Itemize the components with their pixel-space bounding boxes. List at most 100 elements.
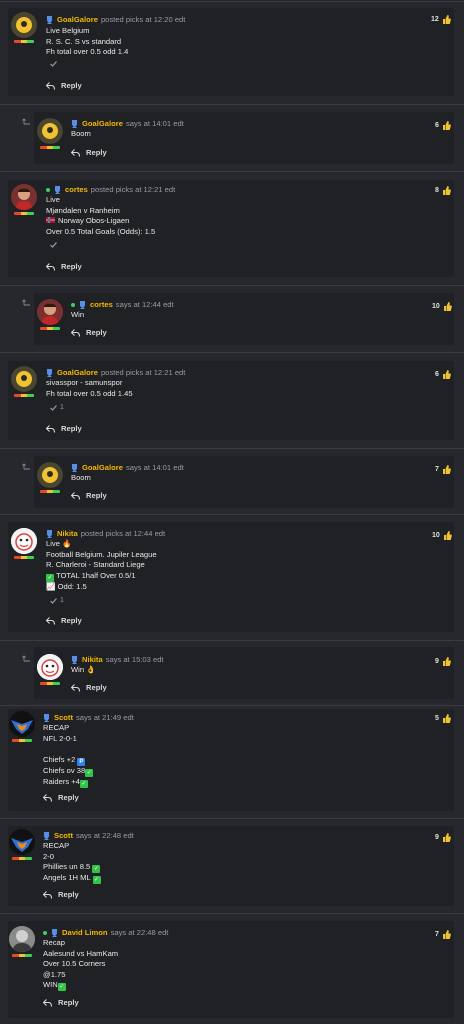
- cup-icon: [47, 368, 52, 377]
- like-count[interactable]: 8: [435, 186, 451, 195]
- avatar[interactable]: [37, 462, 63, 488]
- reply-button[interactable]: Reply: [46, 81, 82, 90]
- level-bar: [14, 394, 34, 397]
- like-count[interactable]: 10: [432, 531, 452, 540]
- reply-label: Reply: [58, 793, 79, 802]
- thumbs-up-icon: [442, 370, 451, 379]
- reply-button[interactable]: Reply: [71, 491, 107, 500]
- avatar[interactable]: [37, 299, 63, 325]
- post-meta: posted picks at 12:21 edt: [90, 185, 176, 194]
- username[interactable]: Scott: [54, 831, 73, 840]
- username[interactable]: Nikita: [57, 529, 78, 538]
- check-emoji-icon: ✓: [46, 573, 54, 582]
- reply-button[interactable]: Reply: [43, 998, 79, 1007]
- username[interactable]: David Limon: [62, 928, 108, 937]
- cartoon-avatar-icon: [11, 528, 37, 554]
- like-count[interactable]: 7: [435, 465, 451, 474]
- player-avatar-icon: [11, 184, 37, 210]
- online-indicator: [71, 302, 75, 307]
- post-line: Live Belgium: [46, 26, 90, 35]
- online-indicator: [43, 930, 47, 935]
- like-count[interactable]: 12: [431, 15, 451, 24]
- reply-icon: [43, 890, 52, 899]
- reply-button[interactable]: Reply: [43, 793, 79, 802]
- like-count[interactable]: 6: [435, 370, 451, 379]
- like-count[interactable]: 6: [435, 121, 451, 130]
- cup-icon: [52, 928, 57, 937]
- check-emoji-icon: ✓: [92, 876, 101, 885]
- post-line: @1.75: [43, 969, 66, 979]
- level-bar: [40, 490, 60, 493]
- reply-button[interactable]: Reply: [46, 424, 82, 433]
- username[interactable]: Nikita: [82, 655, 103, 664]
- trophy-avatar-icon: [37, 462, 63, 488]
- post-line: R. S. C. S vs standard: [46, 36, 122, 46]
- check-emoji-icon: ✓: [85, 768, 94, 777]
- thumbs-up-icon: [443, 531, 452, 540]
- reply-icon: [43, 793, 52, 802]
- post-line: Win: [71, 310, 85, 319]
- reply-button[interactable]: Reply: [71, 683, 107, 692]
- post-line: WIN: [43, 980, 58, 990]
- reply-button[interactable]: Reply: [71, 148, 107, 157]
- post-line: Mjøndalen v Ranheim: [46, 205, 120, 215]
- like-count[interactable]: 9: [435, 657, 451, 666]
- username[interactable]: GoalGalore: [57, 368, 98, 377]
- avatar[interactable]: [11, 12, 37, 38]
- like-count[interactable]: 7: [435, 930, 451, 939]
- post-line: Norway Obos-Ligaen: [58, 216, 130, 226]
- avatar[interactable]: [9, 711, 35, 737]
- cup-icon: [72, 463, 77, 472]
- thread-arrow-icon: [22, 655, 30, 662]
- reply-icon: [71, 683, 80, 692]
- checkmark-icon: [50, 404, 57, 411]
- post-line: Chiefs +2: [43, 754, 76, 764]
- checkmark-icon: [50, 61, 57, 67]
- avatar[interactable]: [37, 654, 63, 680]
- verify-check[interactable]: 1: [50, 404, 64, 411]
- avatar[interactable]: [37, 118, 63, 144]
- like-count[interactable]: 5: [435, 714, 451, 723]
- reply-button[interactable]: Reply: [46, 262, 82, 271]
- reply-icon: [46, 81, 55, 90]
- thumbs-up-icon: [443, 302, 452, 311]
- reply-button[interactable]: Reply: [71, 328, 107, 337]
- username[interactable]: GoalGalore: [82, 119, 123, 128]
- post-line: [43, 744, 93, 755]
- post-line: Recap: [43, 938, 65, 947]
- username[interactable]: Scott: [54, 713, 73, 722]
- post-line: Live: [46, 195, 60, 204]
- thumbs-up-icon: [442, 465, 451, 474]
- level-bar: [14, 212, 34, 215]
- avatar[interactable]: [9, 829, 35, 855]
- cup-icon: [47, 15, 52, 24]
- thumbs-up-icon: [442, 930, 451, 939]
- username[interactable]: GoalGalore: [57, 15, 98, 24]
- eagle-avatar-icon: [9, 711, 35, 737]
- avatar[interactable]: [11, 528, 37, 554]
- verify-check[interactable]: [50, 242, 60, 248]
- post-meta: says at 22:48 edt: [110, 928, 169, 937]
- avatar[interactable]: [11, 184, 37, 210]
- reply-label: Reply: [86, 491, 107, 500]
- avatar[interactable]: [9, 926, 35, 952]
- verify-check[interactable]: [50, 61, 60, 67]
- reply-button[interactable]: Reply: [43, 890, 79, 899]
- post-line: Over 0.5 Total Goals (Odds): 1.5: [46, 226, 156, 236]
- like-count[interactable]: 10: [432, 302, 452, 311]
- post-line: Fh total over 0.5 odd 1.45: [46, 388, 133, 398]
- post-meta: posted picks at 12:44 edt: [80, 529, 166, 538]
- reply-label: Reply: [58, 890, 79, 899]
- checkmark-icon: [50, 242, 57, 248]
- trophy-avatar-icon: [11, 366, 37, 392]
- photo-avatar-icon: [9, 926, 35, 952]
- username[interactable]: cortes: [65, 185, 88, 194]
- reply-button[interactable]: Reply: [46, 616, 82, 625]
- avatar[interactable]: [11, 366, 37, 392]
- post-meta: says at 14:01 edt: [125, 463, 184, 472]
- post-line: Phillies un 8.5: [43, 862, 91, 872]
- verify-check[interactable]: 1: [50, 597, 64, 604]
- like-count[interactable]: 9: [435, 833, 451, 842]
- username[interactable]: GoalGalore: [82, 463, 123, 472]
- username[interactable]: cortes: [90, 300, 113, 309]
